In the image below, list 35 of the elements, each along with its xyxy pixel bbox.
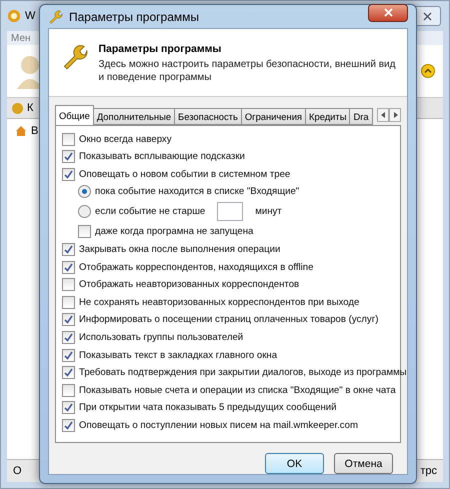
option-label: Окно всегда наверху: [79, 134, 172, 144]
tab[interactable]: Дополнительные: [92, 108, 176, 125]
option-label: Закрывать окна после выполнения операции: [79, 244, 280, 256]
option-label: Оповещать о новом событии в системном трее: [79, 168, 290, 180]
option-label: Требовать подтверждения при закрытии диалогов, выходе из программы: [79, 367, 407, 378]
option-label: Показывать новые счета и операции из списка "Входящие" в окне чата: [79, 384, 396, 396]
window-title: W: [25, 10, 36, 22]
status-text: трс: [420, 465, 437, 477]
option-label: Не сохранять неавторизованных корреспондентов при выходе: [79, 296, 360, 308]
option-label: если событие не старше: [95, 206, 206, 218]
option-label: Показывать текст в закладках главного окна: [79, 350, 278, 361]
option-label: Отображать корреспондентов, находящихся в offline: [79, 262, 314, 273]
option-label: Отображать неавторизованных корреспондентов: [79, 279, 300, 290]
status-text: О: [13, 465, 22, 477]
tab[interactable]: Общие: [55, 105, 94, 125]
option-label: Показывать всплывающие подсказки: [79, 151, 245, 162]
menu-item[interactable]: Мен: [11, 32, 31, 44]
ok-button[interactable]: OK: [265, 453, 324, 474]
option-label: Информировать о посещении страниц оплаченных товаров (услуг): [79, 314, 378, 326]
minutes-label: минут: [255, 206, 282, 218]
tab[interactable]: Dra: [349, 108, 373, 125]
option-label: Оповещать о поступлении новых писем на mail.wmkeeper.com: [79, 420, 358, 431]
cancel-button[interactable]: Отмена: [334, 453, 393, 474]
tab[interactable]: Кредиты: [305, 108, 350, 125]
tab[interactable]: Ограничения: [240, 108, 306, 125]
dialog-title: Параметры программы: [69, 10, 200, 24]
list-item[interactable]: В: [31, 125, 38, 137]
option-label: При открытии чата показывать 5 предыдущих сообщений: [79, 402, 336, 414]
tab-label[interactable]: К: [27, 102, 34, 114]
tab[interactable]: Безопасность: [174, 108, 242, 125]
dialog-description: Здесь можно настроить параметры безопасности, внешний вид и поведение программы: [98, 58, 396, 84]
dialog-heading: Параметры программы: [98, 43, 222, 55]
option-label: Использовать группы пользователей: [79, 332, 244, 344]
option-label: пока событие находится в списке "Входящие": [95, 186, 300, 198]
option-label: даже когда програмна не запущена: [95, 226, 254, 238]
